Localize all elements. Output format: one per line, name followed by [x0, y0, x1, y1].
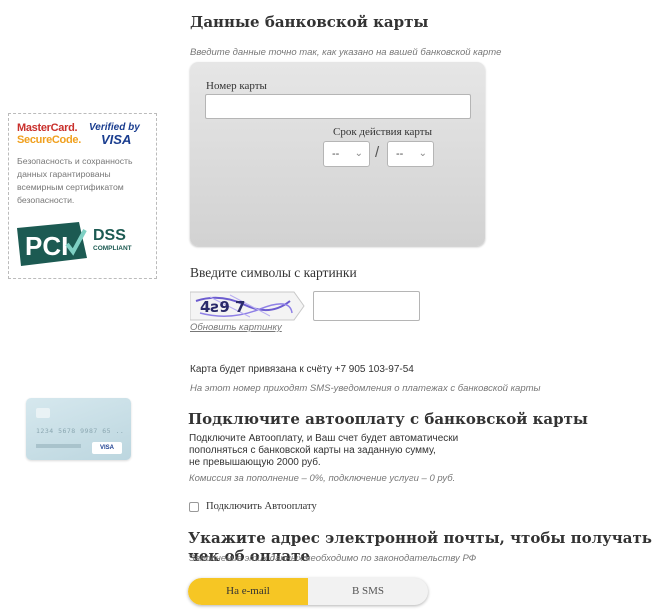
receipt-method-toggle: На e-mail В SMS [188, 578, 428, 605]
security-info-box: MasterCard. SecureCode. Verified by VISA… [8, 113, 157, 279]
mini-card-number: 1234 5678 9987 65 .. [36, 427, 125, 435]
card-number-label: Номер карты [206, 80, 267, 92]
captcha-input[interactable] [313, 291, 420, 321]
card-section-hint: Введите данные точно так, как указано на… [190, 47, 502, 58]
verified-by-visa-logo-line2: VISA [101, 132, 132, 147]
pci-logo-icon: PCI [17, 222, 87, 266]
card-number-input[interactable] [205, 94, 471, 119]
mastercard-securecode-logo-line2: SecureCode. [17, 134, 81, 146]
autopay-desc-line3: не превышающую 2000 руб. [189, 457, 321, 468]
card-holder-placeholder [36, 444, 81, 448]
chevron-down-icon: ⌄ [354, 148, 363, 159]
commission-text: Комиссия за пополнение – 0%, подключение… [189, 473, 456, 484]
card-bind-text: Карта будет привязана к счёту +7 905 103… [190, 364, 414, 375]
tab-email[interactable]: На e-mail [188, 578, 308, 605]
expiry-month-select[interactable]: -- ⌄ [323, 141, 370, 167]
card-data-panel: Номер карты Срок действия карты -- ⌄ / -… [190, 62, 485, 246]
expiry-label: Срок действия карты [333, 126, 432, 138]
dss-logo-text: DSS [93, 227, 126, 244]
email-section-hint: Заполнение этих данных необходимо по зак… [189, 553, 477, 564]
autopay-description: Подключите Автооплату, и Ваш счет будет … [189, 433, 458, 469]
mastercard-securecode-logo: MasterCard. [17, 122, 78, 134]
refresh-captcha-link[interactable]: Обновить картинку [190, 322, 282, 333]
captcha-text: 4ƨ9 7 [200, 298, 245, 316]
expiry-separator: / [375, 144, 380, 161]
security-text: Безопасность и сохранность данных гарант… [17, 156, 133, 205]
svg-text:PCI: PCI [25, 231, 68, 261]
autopay-title: Подключите автооплату с банковской карты [188, 410, 588, 428]
chevron-down-icon: ⌄ [418, 148, 427, 159]
expiry-month-value: -- [332, 148, 340, 160]
captcha-title: Введите символы с картинки [190, 265, 357, 280]
card-chip-icon [36, 408, 50, 418]
visa-logo: VISA [92, 442, 122, 454]
autopay-checkbox-label[interactable]: Подключить Автооплату [206, 501, 317, 512]
tab-sms[interactable]: В SMS [308, 578, 428, 605]
dss-compliant-text: COMPLIANT [93, 245, 132, 252]
autopay-desc-line2: пополняться с банковской карты на заданн… [189, 445, 436, 456]
autopay-desc-line1: Подключите Автооплату, и Ваш счет будет … [189, 433, 459, 444]
bank-card-image: 1234 5678 9987 65 .. VISA [26, 398, 131, 460]
autopay-checkbox[interactable] [189, 502, 199, 512]
sms-hint: На этот номер приходят SMS-уведомления о… [190, 383, 541, 394]
captcha-image: 4ƨ9 7 [190, 291, 305, 321]
card-section-title: Данные банковской карты [190, 13, 429, 31]
expiry-year-value: -- [396, 148, 404, 160]
expiry-year-select[interactable]: -- ⌄ [387, 141, 434, 167]
